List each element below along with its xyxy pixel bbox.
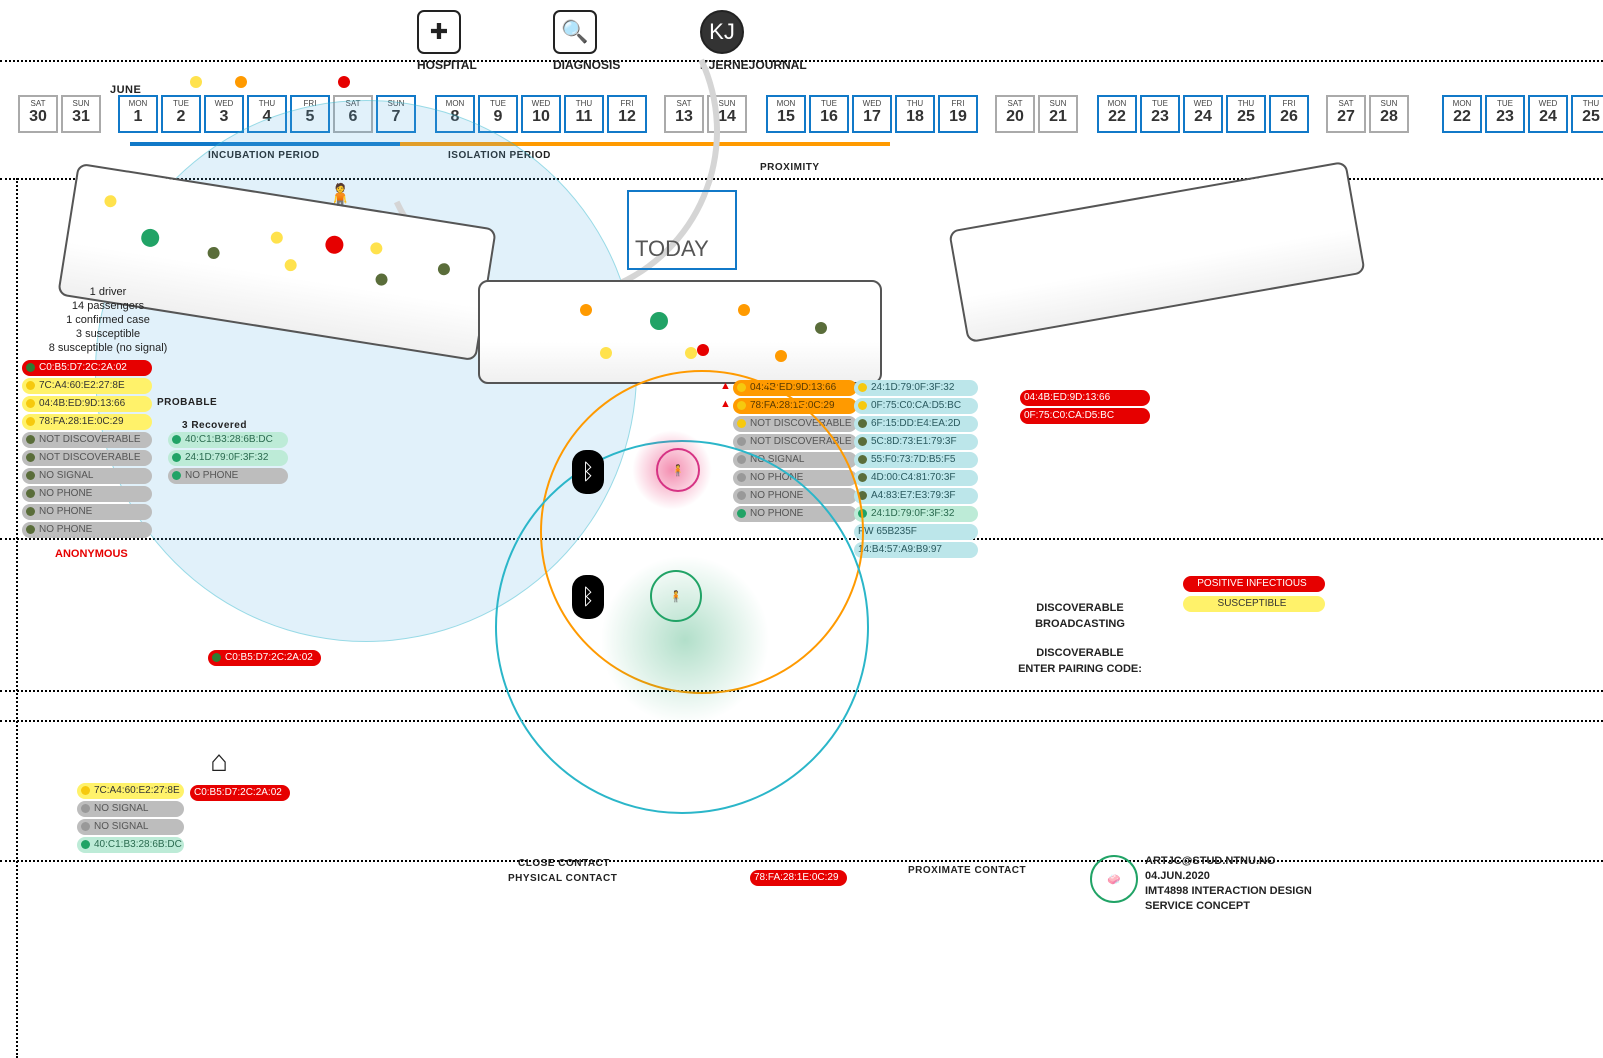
- footer-device-list: 7C:A4:60:E2:27:8E NO SIGNAL NO SIGNAL 40:C1…: [77, 783, 184, 855]
- symptom-dot: [235, 76, 247, 88]
- bluetooth-icon: ᛒ: [572, 450, 604, 494]
- legend-positive: POSITIVE INFECTIOUS: [1183, 576, 1325, 592]
- calendar-day: FRI19: [938, 95, 978, 133]
- device-tag: 7C:A4:60:E2:27:8E: [77, 783, 184, 799]
- recovered-device-list: 40:C1:B3:28:6B:DC 24:1D:79:0F:3F:32 NO PHO…: [168, 432, 288, 486]
- house-icon: ⌂: [210, 745, 228, 779]
- device-tag: 04:4B:ED:9D:13:66: [22, 396, 152, 412]
- device-tag: C0:B5:D7:2C:2A:02: [208, 650, 321, 666]
- bus-3: [948, 161, 1366, 343]
- device-tag: 14:B4:57:A9:B9:97: [854, 542, 978, 558]
- symptom-dot: [338, 76, 350, 88]
- calendar-day: SAT27: [1326, 95, 1366, 133]
- calendar-day: TUE23: [1140, 95, 1180, 133]
- anonymous-label: ANONYMOUS: [55, 548, 128, 560]
- device-tag: 0F:75:C0:CA:D5:BC: [1020, 408, 1150, 424]
- device-tag: NO PHONE: [22, 504, 152, 520]
- author-icon: 🧼: [1090, 855, 1138, 903]
- device-tag: NO SIGNAL: [77, 801, 184, 817]
- legend-text: DISCOVERABLEENTER PAIRING CODE:: [1000, 645, 1160, 677]
- calendar-day: SUN28: [1369, 95, 1409, 133]
- close-contact-label: CLOSE CONTACT: [518, 858, 610, 869]
- bus-2: [478, 280, 882, 384]
- device-tag: 6F:15:DD:E4:EA:2D: [854, 416, 978, 432]
- legend-text: DISCOVERABLEBROADCASTING: [1010, 600, 1150, 632]
- person-green-icon: 🧍: [650, 570, 702, 622]
- calendar-day: FRI26: [1269, 95, 1309, 133]
- probable-label: PROBABLE: [157, 397, 217, 408]
- calendar-day: SAT20: [995, 95, 1035, 133]
- device-tag: NO SIGNAL: [22, 468, 152, 484]
- device-tag: 24:1D:79:0F:3F:32: [854, 506, 978, 522]
- calendar-day: MON22: [1097, 95, 1137, 133]
- proximity-label: PROXIMITY: [760, 162, 820, 173]
- calendar-day: THU25: [1226, 95, 1266, 133]
- calendar-day: MON15: [766, 95, 806, 133]
- device-tag: NO PHONE: [22, 486, 152, 502]
- device-tag: 78:FA:28:1E:0C:29: [22, 414, 152, 430]
- device-tag: FW 65B235F: [854, 524, 978, 540]
- device-tag: 78:FA:28:1E:0C:29: [750, 870, 847, 886]
- bluetooth-icon: ᛒ: [572, 575, 604, 619]
- device-tag: A4:83:E7:E3:79:3F: [854, 488, 978, 504]
- calendar-day: TUE23: [1485, 95, 1525, 133]
- right-red-list: 04:4B:ED:9D:13:66 0F:75:C0:CA:D5:BC: [1020, 390, 1150, 426]
- device-tag: NOT DISCOVERABLE: [22, 450, 152, 466]
- calendar-day: SAT30: [18, 95, 58, 133]
- device-tag: 5C:8D:73:E1:79:3F: [854, 434, 978, 450]
- physical-contact-label: PHYSICAL CONTACT: [508, 873, 617, 884]
- legend-susceptible: SUSCEPTIBLE: [1183, 596, 1325, 612]
- device-tag: C0:B5:D7:2C:2A:02: [190, 785, 290, 801]
- device-tag: 40:C1:B3:28:6B:DC: [168, 432, 288, 448]
- calendar-day: MON1: [118, 95, 158, 133]
- device-tag: C0:B5:D7:2C:2A:02: [22, 360, 152, 376]
- calendar-day: WED3: [204, 95, 244, 133]
- device-tag: 24:1D:79:0F:3F:32: [854, 380, 978, 396]
- device-tag: 04:4B:ED:9D:13:66: [1020, 390, 1150, 406]
- calendar-day: TUE16: [809, 95, 849, 133]
- device-tag: 40:C1:B3:28:6B:DC: [77, 837, 184, 853]
- device-tag: NOT DISCOVERABLE: [22, 432, 152, 448]
- device-tag: 7C:A4:60:E2:27:8E: [22, 378, 152, 394]
- calendar-day: WED24: [1183, 95, 1223, 133]
- calendar-day: SUN31: [61, 95, 101, 133]
- kjernejournal-icon: KJKJERNEJOURNAL: [700, 10, 807, 72]
- left-device-list: C0:B5:D7:2C:2A:02 7C:A4:60:E2:27:8E 04:4B:…: [22, 360, 152, 540]
- calendar-day: SUN21: [1038, 95, 1078, 133]
- calendar-day: MON22: [1442, 95, 1482, 133]
- calendar-day: WED17: [852, 95, 892, 133]
- calendar-day: WED24: [1528, 95, 1568, 133]
- device-tag: NO PHONE: [168, 468, 288, 484]
- device-tag: 55:F0:73:7D:B5:F5: [854, 452, 978, 468]
- proximate-contact-label: PROXIMATE CONTACT: [908, 865, 1026, 876]
- calendar-day: THU18: [895, 95, 935, 133]
- device-tag: 24:1D:79:0F:3F:32: [168, 450, 288, 466]
- recovered-label: 3 Recovered: [182, 420, 247, 431]
- footer-meta: ARTJC@STUD.NTNU.NO04.JUN.2020IMT4898 INT…: [1145, 854, 1312, 914]
- bus-summary: 1 driver14 passengers1 confirmed case3 s…: [38, 285, 178, 355]
- device-tag: NO SIGNAL: [77, 819, 184, 835]
- person-pink-icon: 🧍: [656, 448, 700, 492]
- symptom-dot: [190, 76, 202, 88]
- cyan-device-list: 24:1D:79:0F:3F:32 0F:75:C0:CA:D5:BC 6F:15:…: [854, 380, 978, 560]
- today-box: TODAY: [627, 190, 737, 270]
- device-tag: 4D:00:C4:81:70:3F: [854, 470, 978, 486]
- device-tag: NO PHONE: [22, 522, 152, 538]
- device-tag: 0F:75:C0:CA:D5:BC: [854, 398, 978, 414]
- calendar-day: TUE2: [161, 95, 201, 133]
- calendar-day: THU25: [1571, 95, 1603, 133]
